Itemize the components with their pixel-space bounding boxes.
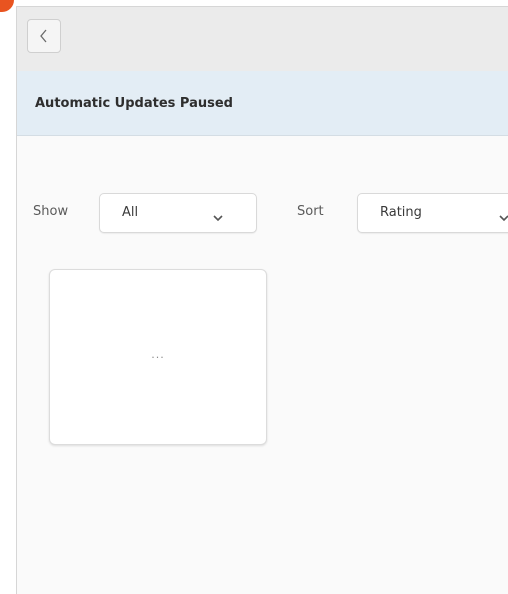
updates-paused-banner: Automatic Updates Paused: [17, 71, 508, 136]
show-dropdown-value: All: [122, 205, 139, 220]
app-window: Automatic Updates Paused Show All Sort R…: [16, 6, 508, 594]
chevron-down-icon: [498, 208, 508, 227]
accent-corner: [0, 0, 14, 12]
banner-text: Automatic Updates Paused: [35, 95, 233, 111]
chevron-left-icon: [39, 28, 49, 44]
chevron-down-icon: [212, 208, 224, 227]
sort-dropdown[interactable]: Rating: [357, 193, 508, 233]
sort-label: Sort: [297, 204, 324, 219]
headerbar: [17, 7, 508, 72]
sort-dropdown-value: Rating: [380, 205, 422, 220]
show-label: Show: [33, 204, 69, 219]
show-dropdown[interactable]: All: [99, 193, 257, 233]
filter-row: Show All Sort Rating: [17, 189, 508, 237]
loading-placeholder: ...: [151, 348, 165, 361]
app-card[interactable]: ...: [49, 269, 267, 445]
back-button[interactable]: [27, 19, 61, 53]
